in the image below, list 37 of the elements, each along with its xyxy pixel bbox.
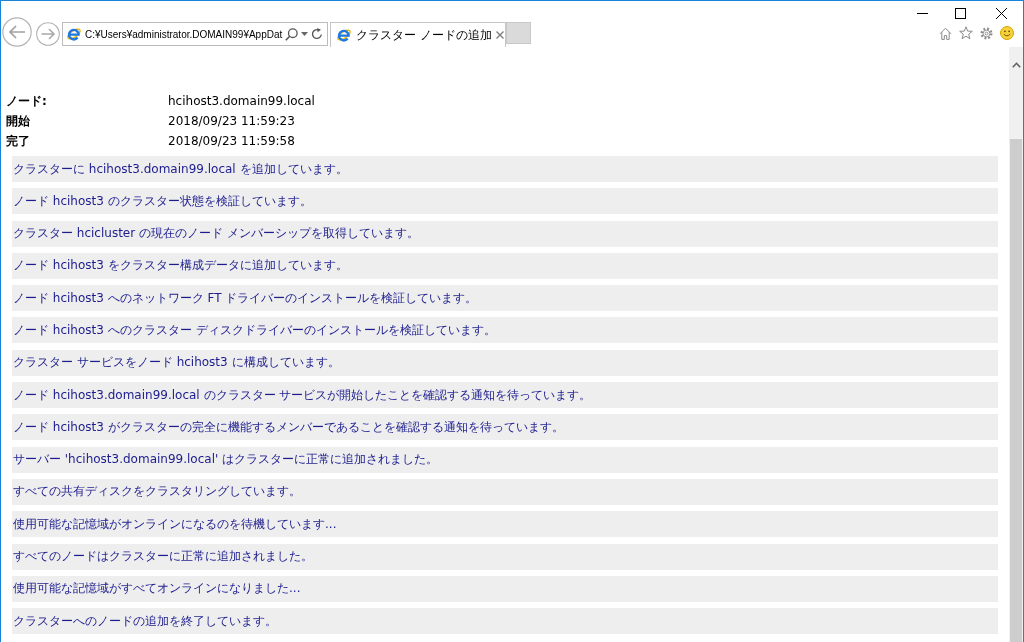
log-message: クラスター hcicluster の現在のノード メンバーシップを取得しています。 bbox=[12, 220, 998, 247]
maximize-icon[interactable] bbox=[955, 8, 966, 19]
field-label: 完了 bbox=[6, 132, 30, 150]
browser-logo-icon bbox=[336, 27, 352, 43]
log-message: クラスターへのノードの追加を終了しています。 bbox=[12, 608, 998, 635]
home-icon[interactable] bbox=[939, 26, 952, 40]
search-icon[interactable] bbox=[285, 27, 299, 41]
log-message: 使用可能な記憶域がオンラインになるのを待機しています... bbox=[12, 511, 998, 538]
field-label: ノード: bbox=[6, 92, 47, 110]
close-icon[interactable] bbox=[996, 8, 1007, 19]
log-message: すべてのノードはクラスターに正常に追加されました。 bbox=[12, 543, 998, 570]
caret-icon[interactable] bbox=[301, 32, 309, 36]
address-field[interactable]: C:¥Users¥administrator.DOMAIN99¥AppDat bbox=[62, 22, 328, 46]
log-message: ノード hcihost3 へのネットワーク FT ドライバーのインストールを検証しています。 bbox=[12, 285, 998, 312]
field-value: 2018/09/23 11:59:23 bbox=[168, 114, 295, 128]
log-message: ノード hcihost3 がクラスターの完全に機能するメンバーであることを確認する通知を待っています。 bbox=[12, 414, 998, 441]
browser-tab[interactable]: クラスター ノードの追加 bbox=[330, 22, 506, 47]
star-icon[interactable] bbox=[959, 26, 973, 40]
field-label: 開始 bbox=[6, 112, 30, 130]
refresh-icon[interactable] bbox=[311, 28, 324, 40]
log-message: ノード hcihost3 へのクラスター ディスクドライバーのインストールを検証しています。 bbox=[12, 317, 998, 344]
smiley-icon[interactable] bbox=[1000, 26, 1014, 40]
settings-icon[interactable] bbox=[980, 26, 993, 40]
scroll-up-icon[interactable] bbox=[1011, 62, 1021, 68]
log-message: ノード hcihost3 をクラスター構成データに追加しています。 bbox=[12, 252, 998, 279]
log-message: サーバー 'hcihost3.domain99.local' はクラスターに正常に追加されました。 bbox=[12, 446, 998, 473]
log-message: クラスター サービスをノード hcihost3 に構成しています。 bbox=[12, 349, 998, 376]
browser-logo-icon bbox=[66, 26, 82, 42]
field-value: 2018/09/23 11:59:58 bbox=[168, 134, 295, 148]
field-value: hcihost3.domain99.local bbox=[168, 94, 315, 108]
log-message: ノード hcihost3.domain99.local のクラスター サービスが開始したことを確認する通知を待っています。 bbox=[12, 382, 998, 409]
scrollbar-thumb[interactable] bbox=[1010, 139, 1022, 642]
log-message: ノード hcihost3 のクラスター状態を検証しています。 bbox=[12, 188, 998, 215]
log-message: 使用可能な記憶域がすべてオンラインになりました... bbox=[12, 575, 998, 602]
log-message: クラスターに hcihost3.domain99.local を追加しています。 bbox=[12, 156, 998, 182]
log-message: すべての共有ディスクをクラスタリングしています。 bbox=[12, 478, 998, 505]
scrollbar[interactable] bbox=[1009, 47, 1023, 642]
